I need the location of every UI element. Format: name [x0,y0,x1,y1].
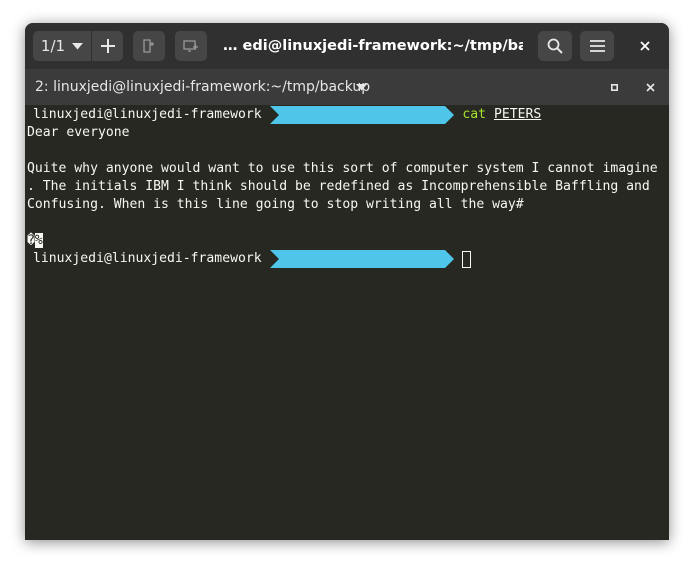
eol-marker: % [34,233,43,248]
close-window-button[interactable] [628,31,662,61]
output-line: Dear everyone [27,125,130,140]
tab-close-button[interactable] [635,72,665,102]
prompt-separator [445,106,455,124]
new-window-button[interactable] [175,31,207,61]
maximize-icon [610,83,618,91]
new-window-icon [183,39,199,53]
output-line: Confusing. When is this line going to st… [27,197,524,212]
prompt-line: linuxjedi@linuxjedi-framework ~/tmp/back… [25,250,472,302]
prompt-separator [269,250,279,268]
close-icon [640,41,650,51]
terminal-cursor [462,250,472,268]
hamburger-icon [589,40,605,52]
output-line: �% [27,232,43,250]
prompt-dir-text: ~/tmp/backup [346,287,442,302]
plus-icon [100,39,115,53]
terminal-window: 1/1 … edi@linuxjedi-framework:~/tmp/ba 2… [25,23,669,540]
window-title: … edi@linuxjedi-framework:~/tmp/backup [223,38,523,54]
output-line: . The initials IBM I think should be red… [27,179,650,194]
command-text: cat [462,107,486,122]
chevron-down-icon [72,42,84,50]
prompt-separator [269,106,279,124]
prompt-dir: ~/tmp/backup [269,106,446,158]
search-button[interactable] [538,31,572,61]
prompt-user: linuxjedi@linuxjedi-framework [25,250,270,268]
prompt-user: linuxjedi@linuxjedi-framework [25,106,270,124]
titlebar: 1/1 … edi@linuxjedi-framework:~/tmp/ba [25,23,669,69]
command-argument: PETERS [493,107,542,122]
prompt-line: linuxjedi@linuxjedi-framework ~/tmp/back… [25,106,542,158]
tab-maximize-button[interactable] [599,72,629,102]
chevron-down-icon [356,84,367,91]
garbage-char: � [27,233,35,248]
tab-menu-button[interactable] [356,69,367,105]
search-icon [547,38,563,54]
tab-title[interactable]: 2: linuxjedi@linuxjedi-framework:~/tmp/b… [35,69,370,105]
session-switcher-button[interactable]: 1/1 [33,31,91,61]
close-icon [645,82,655,92]
prompt-dir: ~/tmp/backup [269,250,446,302]
terminal-content[interactable]: linuxjedi@linuxjedi-framework ~/tmp/back… [25,105,669,540]
prompt-dir-text: ~/tmp/backup [346,143,442,158]
main-menu-button[interactable] [580,31,614,61]
new-terminal-button[interactable] [92,31,123,61]
session-switcher[interactable]: 1/1 [33,31,123,61]
session-count: 1/1 [40,37,66,55]
tab-bar: 2: linuxjedi@linuxjedi-framework:~/tmp/b… [25,69,669,105]
new-tab-icon [142,38,156,54]
new-tab-button[interactable] [133,31,165,61]
output-line: Quite why anyone would want to use this … [27,161,658,176]
prompt-separator [445,250,455,268]
